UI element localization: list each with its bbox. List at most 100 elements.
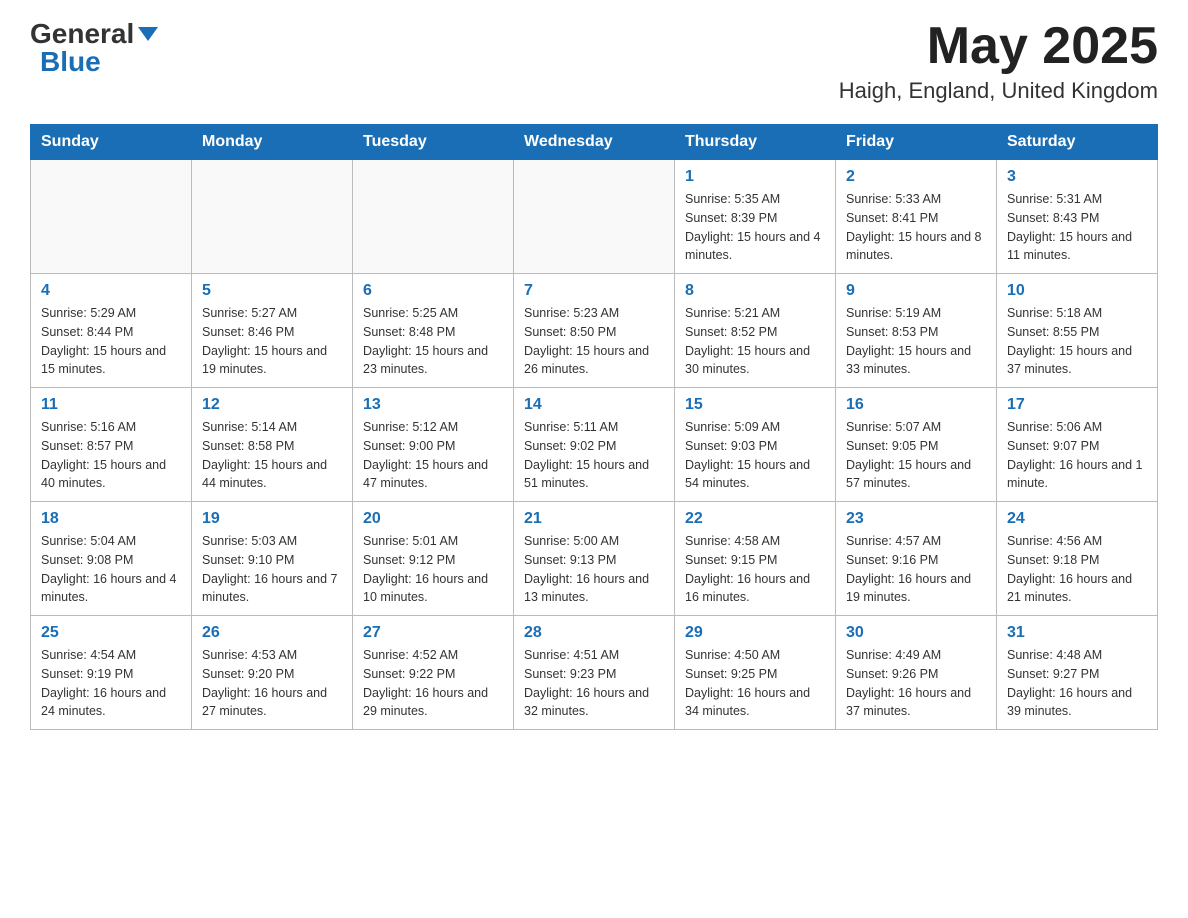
day-number: 18 bbox=[41, 510, 181, 528]
calendar-cell: 19 Sunrise: 5:03 AMSunset: 9:10 PMDayligh… bbox=[192, 502, 353, 616]
location-title: Haigh, England, United Kingdom bbox=[839, 78, 1158, 104]
day-number: 7 bbox=[524, 282, 664, 300]
calendar-cell bbox=[192, 160, 353, 274]
day-info: Sunrise: 5:35 AMSunset: 8:39 PMDaylight:… bbox=[685, 190, 825, 265]
day-info: Sunrise: 5:07 AMSunset: 9:05 PMDaylight:… bbox=[846, 418, 986, 493]
header: General Blue May 2025 Haigh, England, Un… bbox=[30, 20, 1158, 104]
day-number: 31 bbox=[1007, 624, 1147, 642]
day-number: 5 bbox=[202, 282, 342, 300]
day-info: Sunrise: 4:53 AMSunset: 9:20 PMDaylight:… bbox=[202, 646, 342, 721]
day-info: Sunrise: 5:31 AMSunset: 8:43 PMDaylight:… bbox=[1007, 190, 1147, 265]
day-info: Sunrise: 5:00 AMSunset: 9:13 PMDaylight:… bbox=[524, 532, 664, 607]
day-number: 11 bbox=[41, 396, 181, 414]
day-info: Sunrise: 4:48 AMSunset: 9:27 PMDaylight:… bbox=[1007, 646, 1147, 721]
day-number: 24 bbox=[1007, 510, 1147, 528]
day-info: Sunrise: 4:58 AMSunset: 9:15 PMDaylight:… bbox=[685, 532, 825, 607]
day-number: 10 bbox=[1007, 282, 1147, 300]
day-number: 21 bbox=[524, 510, 664, 528]
calendar-cell: 8 Sunrise: 5:21 AMSunset: 8:52 PMDaylight… bbox=[675, 274, 836, 388]
calendar-header-row: SundayMondayTuesdayWednesdayThursdayFrid… bbox=[31, 125, 1158, 160]
col-header-wednesday: Wednesday bbox=[514, 125, 675, 160]
calendar-cell bbox=[353, 160, 514, 274]
day-info: Sunrise: 5:09 AMSunset: 9:03 PMDaylight:… bbox=[685, 418, 825, 493]
day-info: Sunrise: 5:11 AMSunset: 9:02 PMDaylight:… bbox=[524, 418, 664, 493]
calendar-cell: 12Sunrise: 5:14 AMSunset: 8:58 PMDayligh… bbox=[192, 388, 353, 502]
calendar-cell: 24 Sunrise: 4:56 AMSunset: 9:18 PMDayligh… bbox=[997, 502, 1158, 616]
day-info: Sunrise: 5:03 AMSunset: 9:10 PMDaylight:… bbox=[202, 532, 342, 607]
day-info: Sunrise: 5:14 AMSunset: 8:58 PMDaylight:… bbox=[202, 418, 342, 493]
day-number: 15 bbox=[685, 396, 825, 414]
day-number: 23 bbox=[846, 510, 986, 528]
day-info: Sunrise: 5:33 AMSunset: 8:41 PMDaylight:… bbox=[846, 190, 986, 265]
calendar-cell bbox=[514, 160, 675, 274]
month-title: May 2025 bbox=[839, 20, 1158, 72]
day-info: Sunrise: 4:56 AMSunset: 9:18 PMDaylight:… bbox=[1007, 532, 1147, 607]
day-info: Sunrise: 5:19 AMSunset: 8:53 PMDaylight:… bbox=[846, 304, 986, 379]
day-info: Sunrise: 4:54 AMSunset: 9:19 PMDaylight:… bbox=[41, 646, 181, 721]
col-header-friday: Friday bbox=[836, 125, 997, 160]
title-area: May 2025 Haigh, England, United Kingdom bbox=[839, 20, 1158, 104]
calendar-cell: 6Sunrise: 5:25 AMSunset: 8:48 PMDaylight… bbox=[353, 274, 514, 388]
calendar-cell: 7 Sunrise: 5:23 AMSunset: 8:50 PMDaylight… bbox=[514, 274, 675, 388]
day-info: Sunrise: 5:21 AMSunset: 8:52 PMDaylight:… bbox=[685, 304, 825, 379]
day-number: 13 bbox=[363, 396, 503, 414]
calendar-cell: 10 Sunrise: 5:18 AMSunset: 8:55 PMDayligh… bbox=[997, 274, 1158, 388]
calendar-cell: 15 Sunrise: 5:09 AMSunset: 9:03 PMDayligh… bbox=[675, 388, 836, 502]
col-header-tuesday: Tuesday bbox=[353, 125, 514, 160]
calendar-cell: 4Sunrise: 5:29 AMSunset: 8:44 PMDaylight… bbox=[31, 274, 192, 388]
calendar-cell: 25 Sunrise: 4:54 AMSunset: 9:19 PMDayligh… bbox=[31, 616, 192, 730]
calendar: SundayMondayTuesdayWednesdayThursdayFrid… bbox=[30, 124, 1158, 730]
calendar-cell: 3 Sunrise: 5:31 AMSunset: 8:43 PMDaylight… bbox=[997, 160, 1158, 274]
week-row-2: 4Sunrise: 5:29 AMSunset: 8:44 PMDaylight… bbox=[31, 274, 1158, 388]
calendar-cell: 2 Sunrise: 5:33 AMSunset: 8:41 PMDaylight… bbox=[836, 160, 997, 274]
day-info: Sunrise: 4:51 AMSunset: 9:23 PMDaylight:… bbox=[524, 646, 664, 721]
day-number: 25 bbox=[41, 624, 181, 642]
day-number: 14 bbox=[524, 396, 664, 414]
calendar-cell: 22Sunrise: 4:58 AMSunset: 9:15 PMDayligh… bbox=[675, 502, 836, 616]
calendar-cell: 9 Sunrise: 5:19 AMSunset: 8:53 PMDaylight… bbox=[836, 274, 997, 388]
calendar-cell: 5 Sunrise: 5:27 AMSunset: 8:46 PMDaylight… bbox=[192, 274, 353, 388]
logo: General Blue bbox=[30, 20, 158, 76]
calendar-cell: 14 Sunrise: 5:11 AMSunset: 9:02 PMDayligh… bbox=[514, 388, 675, 502]
col-header-sunday: Sunday bbox=[31, 125, 192, 160]
calendar-cell: 30Sunrise: 4:49 AMSunset: 9:26 PMDayligh… bbox=[836, 616, 997, 730]
day-number: 30 bbox=[846, 624, 986, 642]
day-info: Sunrise: 5:23 AMSunset: 8:50 PMDaylight:… bbox=[524, 304, 664, 379]
day-info: Sunrise: 5:18 AMSunset: 8:55 PMDaylight:… bbox=[1007, 304, 1147, 379]
day-number: 26 bbox=[202, 624, 342, 642]
calendar-cell: 20Sunrise: 5:01 AMSunset: 9:12 PMDayligh… bbox=[353, 502, 514, 616]
calendar-cell: 31 Sunrise: 4:48 AMSunset: 9:27 PMDayligh… bbox=[997, 616, 1158, 730]
day-info: Sunrise: 5:27 AMSunset: 8:46 PMDaylight:… bbox=[202, 304, 342, 379]
col-header-monday: Monday bbox=[192, 125, 353, 160]
week-row-4: 18Sunrise: 5:04 AMSunset: 9:08 PMDayligh… bbox=[31, 502, 1158, 616]
calendar-cell: 29 Sunrise: 4:50 AMSunset: 9:25 PMDayligh… bbox=[675, 616, 836, 730]
day-number: 2 bbox=[846, 168, 986, 186]
calendar-cell: 11Sunrise: 5:16 AMSunset: 8:57 PMDayligh… bbox=[31, 388, 192, 502]
day-number: 28 bbox=[524, 624, 664, 642]
day-info: Sunrise: 4:50 AMSunset: 9:25 PMDaylight:… bbox=[685, 646, 825, 721]
calendar-cell: 18Sunrise: 5:04 AMSunset: 9:08 PMDayligh… bbox=[31, 502, 192, 616]
calendar-cell: 16 Sunrise: 5:07 AMSunset: 9:05 PMDayligh… bbox=[836, 388, 997, 502]
day-number: 1 bbox=[685, 168, 825, 186]
day-info: Sunrise: 5:01 AMSunset: 9:12 PMDaylight:… bbox=[363, 532, 503, 607]
day-number: 3 bbox=[1007, 168, 1147, 186]
week-row-5: 25 Sunrise: 4:54 AMSunset: 9:19 PMDayligh… bbox=[31, 616, 1158, 730]
day-number: 27 bbox=[363, 624, 503, 642]
day-number: 8 bbox=[685, 282, 825, 300]
day-number: 9 bbox=[846, 282, 986, 300]
calendar-cell bbox=[31, 160, 192, 274]
day-number: 16 bbox=[846, 396, 986, 414]
logo-triangle-icon bbox=[138, 27, 158, 41]
day-number: 29 bbox=[685, 624, 825, 642]
calendar-cell: 13 Sunrise: 5:12 AMSunset: 9:00 PMDayligh… bbox=[353, 388, 514, 502]
logo-general-text: General bbox=[30, 20, 134, 48]
day-number: 4 bbox=[41, 282, 181, 300]
col-header-saturday: Saturday bbox=[997, 125, 1158, 160]
day-info: Sunrise: 5:12 AMSunset: 9:00 PMDaylight:… bbox=[363, 418, 503, 493]
day-number: 19 bbox=[202, 510, 342, 528]
col-header-thursday: Thursday bbox=[675, 125, 836, 160]
calendar-cell: 21 Sunrise: 5:00 AMSunset: 9:13 PMDayligh… bbox=[514, 502, 675, 616]
calendar-cell: 26 Sunrise: 4:53 AMSunset: 9:20 PMDayligh… bbox=[192, 616, 353, 730]
day-info: Sunrise: 4:52 AMSunset: 9:22 PMDaylight:… bbox=[363, 646, 503, 721]
day-info: Sunrise: 4:57 AMSunset: 9:16 PMDaylight:… bbox=[846, 532, 986, 607]
